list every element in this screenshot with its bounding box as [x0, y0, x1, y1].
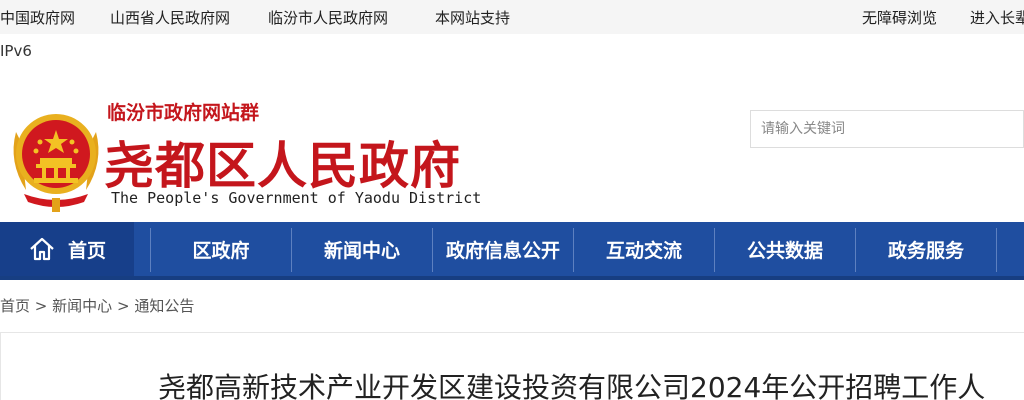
site-title[interactable]: 尧都区人民政府: [104, 126, 461, 198]
nav-item-interaction[interactable]: 互动交流: [574, 222, 714, 276]
nav-item-news[interactable]: 新闻中心: [292, 222, 432, 276]
breadcrumb-home[interactable]: 首页: [0, 297, 30, 315]
site-title-english: The People's Government of Yaodu Distric…: [111, 189, 482, 207]
top-bar: 中国政府网 山西省人民政府网 临汾市人民政府网 本网站支持 无障碍浏览 进入长辈: [0, 0, 1024, 34]
breadcrumb: 首页 > 新闻中心 > 通知公告: [0, 295, 194, 316]
nav-item-public-data[interactable]: 公共数据: [715, 222, 855, 276]
search-input[interactable]: [751, 111, 1023, 147]
breadcrumb-news[interactable]: 新闻中心: [52, 297, 112, 315]
link-site-support[interactable]: 本网站支持: [435, 7, 510, 28]
main-nav: 首页 区政府 新闻中心 政府信息公开 互动交流 公共数据 政务服务: [0, 222, 1024, 280]
nav-item-district-gov[interactable]: 区政府: [151, 222, 291, 276]
breadcrumb-separator: >: [34, 297, 48, 315]
link-china-gov[interactable]: 中国政府网: [0, 7, 75, 28]
nav-item-services[interactable]: 政务服务: [856, 222, 996, 276]
ipv6-badge: IPv6: [0, 42, 32, 60]
link-linfen-gov[interactable]: 临汾市人民政府网: [268, 7, 388, 28]
search-box: [750, 110, 1024, 148]
link-shanxi-gov[interactable]: 山西省人民政府网: [110, 7, 230, 28]
nav-item-home[interactable]: 首页: [0, 222, 134, 276]
nav-divider: [996, 228, 997, 272]
national-emblem-icon: [6, 102, 106, 214]
site-group-label: 临汾市政府网站群: [107, 102, 260, 124]
home-icon: [28, 235, 56, 263]
nav-item-label: 首页: [67, 239, 106, 262]
nav-item-gov-info[interactable]: 政府信息公开: [433, 222, 573, 276]
breadcrumb-notices[interactable]: 通知公告: [134, 297, 194, 315]
breadcrumb-separator: >: [116, 297, 130, 315]
article-title: 尧都高新技术产业开发区建设投资有限公司2024年公开招聘工作人: [158, 371, 986, 400]
elder-mode-link[interactable]: 进入长辈: [970, 7, 1024, 28]
accessibility-link[interactable]: 无障碍浏览: [862, 7, 937, 28]
